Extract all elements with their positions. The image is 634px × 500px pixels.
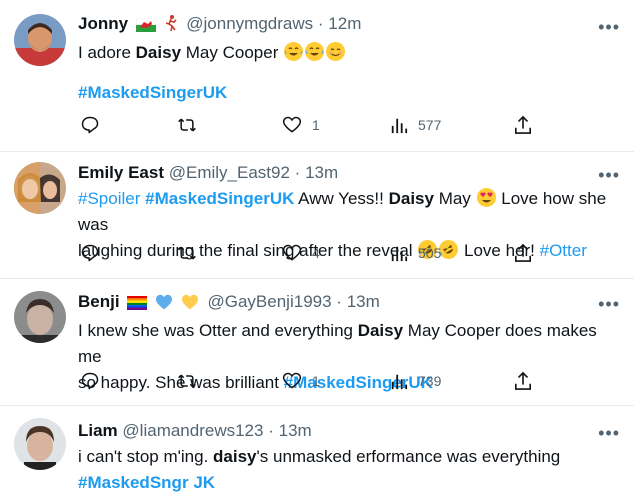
avatar[interactable]	[14, 14, 66, 66]
reply-icon	[81, 116, 99, 134]
heart-eyes-icon	[476, 188, 496, 207]
wales-flag-icon	[135, 16, 157, 38]
author-handle[interactable]: @Emily_East92	[169, 163, 290, 182]
like-count: 4	[312, 245, 320, 261]
tweet-liam[interactable]: Liam @liamandrews123 · 13m i can't stop …	[0, 406, 634, 500]
timestamp[interactable]: 12m	[328, 14, 361, 33]
share-icon	[514, 115, 532, 134]
author-handle[interactable]: @liamandrews123	[122, 421, 263, 440]
author-name[interactable]: Jonny	[78, 14, 128, 33]
rainbow-flag-icon	[127, 294, 148, 316]
separator: ·	[336, 292, 342, 311]
like-button[interactable]: 1	[282, 115, 320, 135]
views-count: 577	[418, 117, 442, 133]
views-count: 505	[418, 245, 442, 261]
reply-icon	[81, 244, 99, 262]
like-icon	[282, 244, 302, 261]
reply-icon	[81, 372, 99, 390]
more-icon[interactable]: •••	[598, 166, 620, 184]
share-icon	[514, 243, 532, 262]
author-name[interactable]: Liam	[78, 421, 118, 440]
more-icon[interactable]: •••	[598, 18, 620, 36]
share-icon	[514, 371, 532, 390]
hashtag-link[interactable]: #MaskedSngr JK	[78, 473, 215, 492]
tweet-feed: Jonny @jonnymgdraws · 12m I adore Daisy …	[0, 0, 634, 500]
reply-button[interactable]	[80, 371, 100, 391]
like-icon	[282, 116, 302, 133]
author-name[interactable]: Benji	[78, 292, 120, 311]
retweet-icon	[178, 246, 196, 260]
avatar[interactable]	[14, 162, 66, 214]
separator: ·	[268, 421, 274, 440]
separator: ·	[317, 14, 324, 33]
retweet-button[interactable]	[176, 371, 198, 391]
share-button[interactable]	[514, 243, 532, 263]
author-name[interactable]: Emily East	[78, 163, 164, 182]
views-icon	[391, 374, 408, 390]
retweet-button[interactable]	[176, 243, 198, 263]
views-count: 739	[418, 373, 442, 389]
like-count: 1	[312, 117, 320, 133]
retweet-icon	[178, 374, 196, 388]
views-icon	[391, 246, 408, 262]
separator: ·	[294, 163, 301, 182]
views-button[interactable]: 739	[390, 371, 441, 391]
tweet-text: i can't stop m'ing. daisy's unmasked erf…	[78, 447, 561, 492]
timestamp[interactable]: 13m	[347, 292, 380, 311]
share-button[interactable]	[514, 371, 532, 391]
timestamp[interactable]: 13m	[305, 163, 338, 182]
more-icon[interactable]: •••	[598, 295, 620, 313]
smiling-face-icon	[326, 42, 346, 61]
runner-icon	[164, 14, 178, 38]
retweet-icon	[178, 118, 196, 132]
author-handle[interactable]: @jonnymgdraws	[186, 14, 313, 33]
timestamp[interactable]: 13m	[279, 421, 312, 440]
tweet-benji[interactable]: Benji @GayBenji1993 · 13m I knew she was…	[0, 279, 634, 406]
tweet-text: I adore Daisy May Cooper	[78, 40, 614, 66]
share-button[interactable]	[514, 115, 532, 135]
hashtag-link[interactable]: #Spoiler	[78, 189, 140, 208]
yellow-heart-icon	[181, 294, 199, 316]
hashtag-link[interactable]: #MaskedSingerUK	[78, 83, 227, 102]
like-count: 1	[312, 373, 320, 389]
retweet-button[interactable]	[176, 115, 198, 135]
like-icon	[282, 372, 302, 389]
views-button[interactable]: 505	[390, 243, 441, 263]
tweet-jonny[interactable]: Jonny @jonnymgdraws · 12m I adore Daisy …	[0, 0, 634, 152]
avatar[interactable]	[14, 291, 66, 343]
hashtag-link[interactable]: #MaskedSingerUK	[145, 189, 294, 208]
tweet-emily-east[interactable]: Emily East @Emily_East92 · 13m #Spoiler …	[0, 152, 634, 279]
more-icon[interactable]: •••	[598, 424, 620, 442]
avatar[interactable]	[14, 418, 66, 470]
tears-of-joy-icon	[284, 42, 304, 61]
views-icon	[391, 118, 408, 134]
author-handle[interactable]: @GayBenji1993	[208, 292, 332, 311]
reply-button[interactable]	[80, 115, 100, 135]
views-button[interactable]: 577	[390, 115, 441, 135]
tears-of-joy-icon	[305, 42, 325, 61]
like-button[interactable]: 1	[282, 371, 320, 391]
blue-heart-icon	[155, 294, 173, 316]
like-button[interactable]: 4	[282, 243, 320, 263]
reply-button[interactable]	[80, 243, 100, 263]
